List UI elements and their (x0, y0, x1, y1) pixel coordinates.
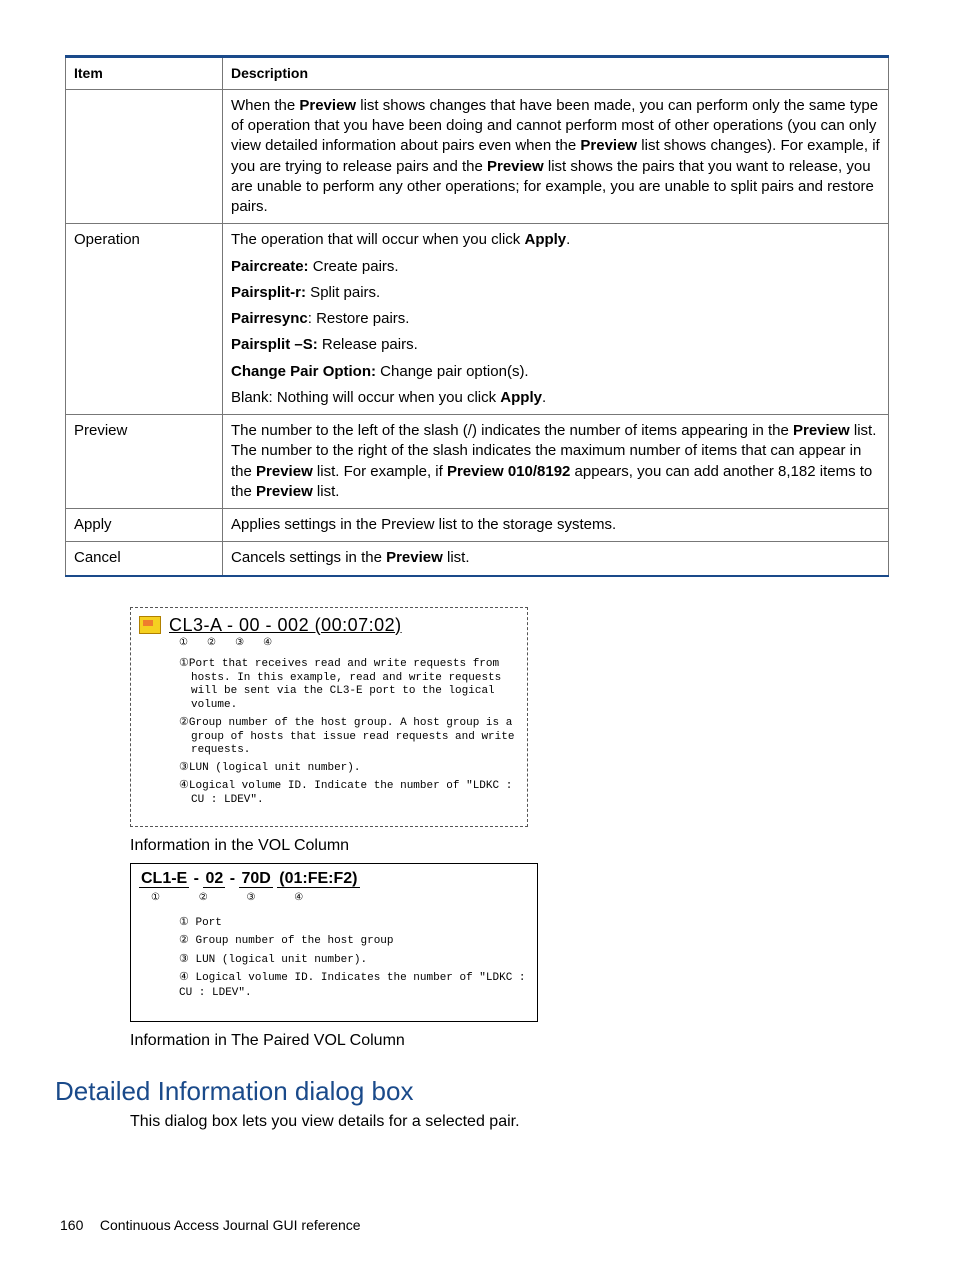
paired-vol-notes: ① Port ② Group number of the host group … (139, 916, 529, 1002)
paired-note-1: ① Port (179, 916, 529, 931)
table-row-cancel: Cancel Cancels settings in the Preview l… (66, 542, 889, 576)
figure-vol-column: CL3-A - 00 - 002 (00:07:02) ① ② ③ ④ ①Por… (130, 607, 889, 1050)
vol-note-2: ②Group number of the host group. A host … (179, 717, 519, 758)
paired-note-2: ② Group number of the host group (179, 934, 529, 949)
footer-title: Continuous Access Journal GUI reference (100, 1217, 361, 1233)
table-row-continued: When the Preview list shows changes that… (66, 89, 889, 224)
vol-title-text: CL3-A - 00 - 002 (00:07:02) (169, 614, 402, 637)
vol-note-4: ④Logical volume ID. Indicate the number … (179, 780, 519, 808)
vol-note-1: ①Port that receives read and write reque… (179, 658, 519, 713)
col-desc-header: Description (223, 57, 889, 90)
desc-cell-continued: When the Preview list shows changes that… (223, 89, 889, 224)
paired-vol-caption: Information in The Paired VOL Column (130, 1032, 889, 1050)
volume-icon (139, 616, 161, 634)
table-row-preview: Preview The number to the left of the sl… (66, 415, 889, 509)
section-body: This dialog box lets you view details fo… (130, 1113, 889, 1131)
page: Item Description When the Preview list s… (0, 0, 954, 1271)
table-head-row: Item Description (66, 57, 889, 90)
page-footer: 160 Continuous Access Journal GUI refere… (60, 1217, 361, 1233)
item-cell-blank (66, 89, 223, 224)
item-preview: Preview (66, 415, 223, 509)
vol-caption: Information in the VOL Column (130, 837, 889, 855)
col-item-header: Item (66, 57, 223, 90)
desc-apply: Applies settings in the Preview list to … (223, 509, 889, 542)
vol-column-diagram: CL3-A - 00 - 002 (00:07:02) ① ② ③ ④ ①Por… (130, 607, 528, 828)
item-cancel: Cancel (66, 542, 223, 576)
desc-cancel: Cancels settings in the Preview list. (223, 542, 889, 576)
section-heading: Detailed Information dialog box (55, 1076, 889, 1107)
desc-operation: The operation that will occur when you c… (223, 224, 889, 415)
paired-vol-diagram: CL1-E - 02 - 70D (01:FE:F2) ① ② ③ ④ ① Po… (130, 863, 538, 1021)
vol-notes: ①Port that receives read and write reque… (139, 658, 519, 808)
vol-note-3: ③LUN (logical unit number). (179, 762, 519, 776)
paired-note-4: ④ Logical volume ID. Indicates the numbe… (179, 971, 529, 1002)
table-row-operation: Operation The operation that will occur … (66, 224, 889, 415)
table-row-apply: Apply Applies settings in the Preview li… (66, 509, 889, 542)
page-number: 160 (60, 1217, 96, 1233)
item-apply: Apply (66, 509, 223, 542)
description-table: Item Description When the Preview list s… (65, 55, 889, 577)
paired-note-3: ③ LUN (logical unit number). (179, 953, 529, 968)
item-operation: Operation (66, 224, 223, 415)
desc-preview: The number to the left of the slash (/) … (223, 415, 889, 509)
